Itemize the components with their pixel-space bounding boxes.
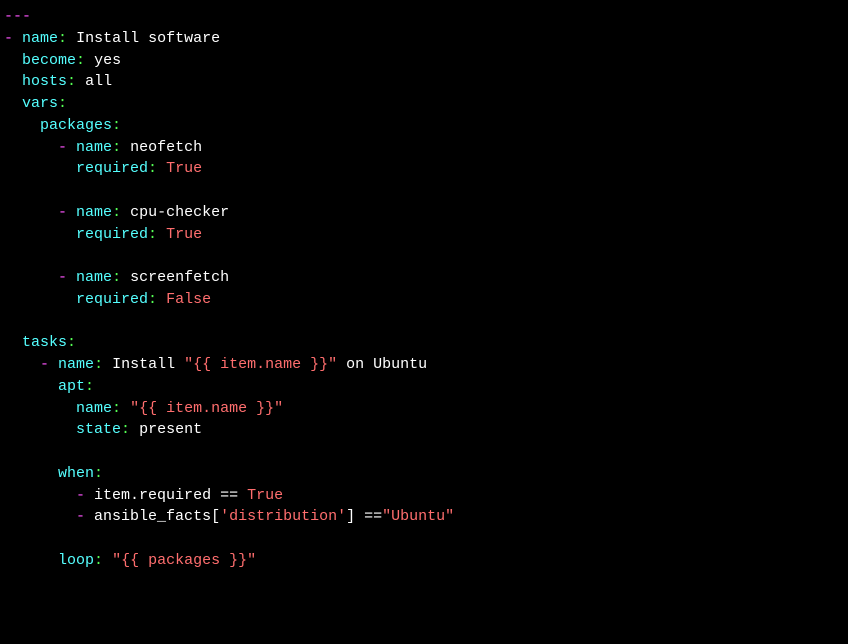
apt-name-val: "{{ item.name }}"	[130, 400, 283, 417]
task-name-key: name	[58, 356, 94, 373]
when-cond2-b: 'distribution'	[220, 508, 346, 525]
dash: -	[4, 30, 13, 47]
loop-val: "{{ packages }}"	[112, 552, 256, 569]
key-become: become	[22, 52, 76, 69]
val-play-name: Install software	[76, 30, 220, 47]
when-cond1-bool: True	[247, 487, 283, 504]
task-name-jinja: "{{ item.name }}"	[184, 356, 337, 373]
when-cond2-d: "Ubuntu"	[382, 508, 454, 525]
key-vars: vars	[22, 95, 58, 112]
key-hosts: hosts	[22, 73, 67, 90]
pkg0-req: True	[166, 160, 202, 177]
when-key: when	[58, 465, 94, 482]
doc-start-marker: ---	[4, 8, 31, 25]
key-name: name	[22, 30, 58, 47]
apt-state-key: state	[76, 421, 121, 438]
loop-key: loop	[58, 552, 94, 569]
when-cond1-expr: item.required ==	[94, 487, 247, 504]
task-name-suffix: on Ubuntu	[337, 356, 427, 373]
pkg2-name: screenfetch	[130, 269, 229, 286]
pkg0-name-key: name	[76, 139, 112, 156]
when-cond2-a: ansible_facts[	[94, 508, 220, 525]
key-packages: packages	[40, 117, 112, 134]
pkg1-name: cpu-checker	[130, 204, 229, 221]
pkg1-req-key: required	[76, 226, 148, 243]
pkg1-req: True	[166, 226, 202, 243]
val-become: yes	[94, 52, 121, 69]
yaml-code-block: --- - name: Install software become: yes…	[0, 0, 848, 578]
apt-state-val: present	[139, 421, 202, 438]
apt-name-key: name	[76, 400, 112, 417]
key-apt: apt	[58, 378, 85, 395]
when-cond2-c: ] ==	[346, 508, 382, 525]
key-tasks: tasks	[22, 334, 67, 351]
pkg0-name: neofetch	[130, 139, 202, 156]
pkg0-req-key: required	[76, 160, 148, 177]
val-hosts: all	[85, 73, 112, 90]
pkg2-req: False	[166, 291, 211, 308]
pkg2-name-key: name	[76, 269, 112, 286]
pkg2-req-key: required	[76, 291, 148, 308]
task-name-prefix: Install	[112, 356, 184, 373]
pkg1-name-key: name	[76, 204, 112, 221]
